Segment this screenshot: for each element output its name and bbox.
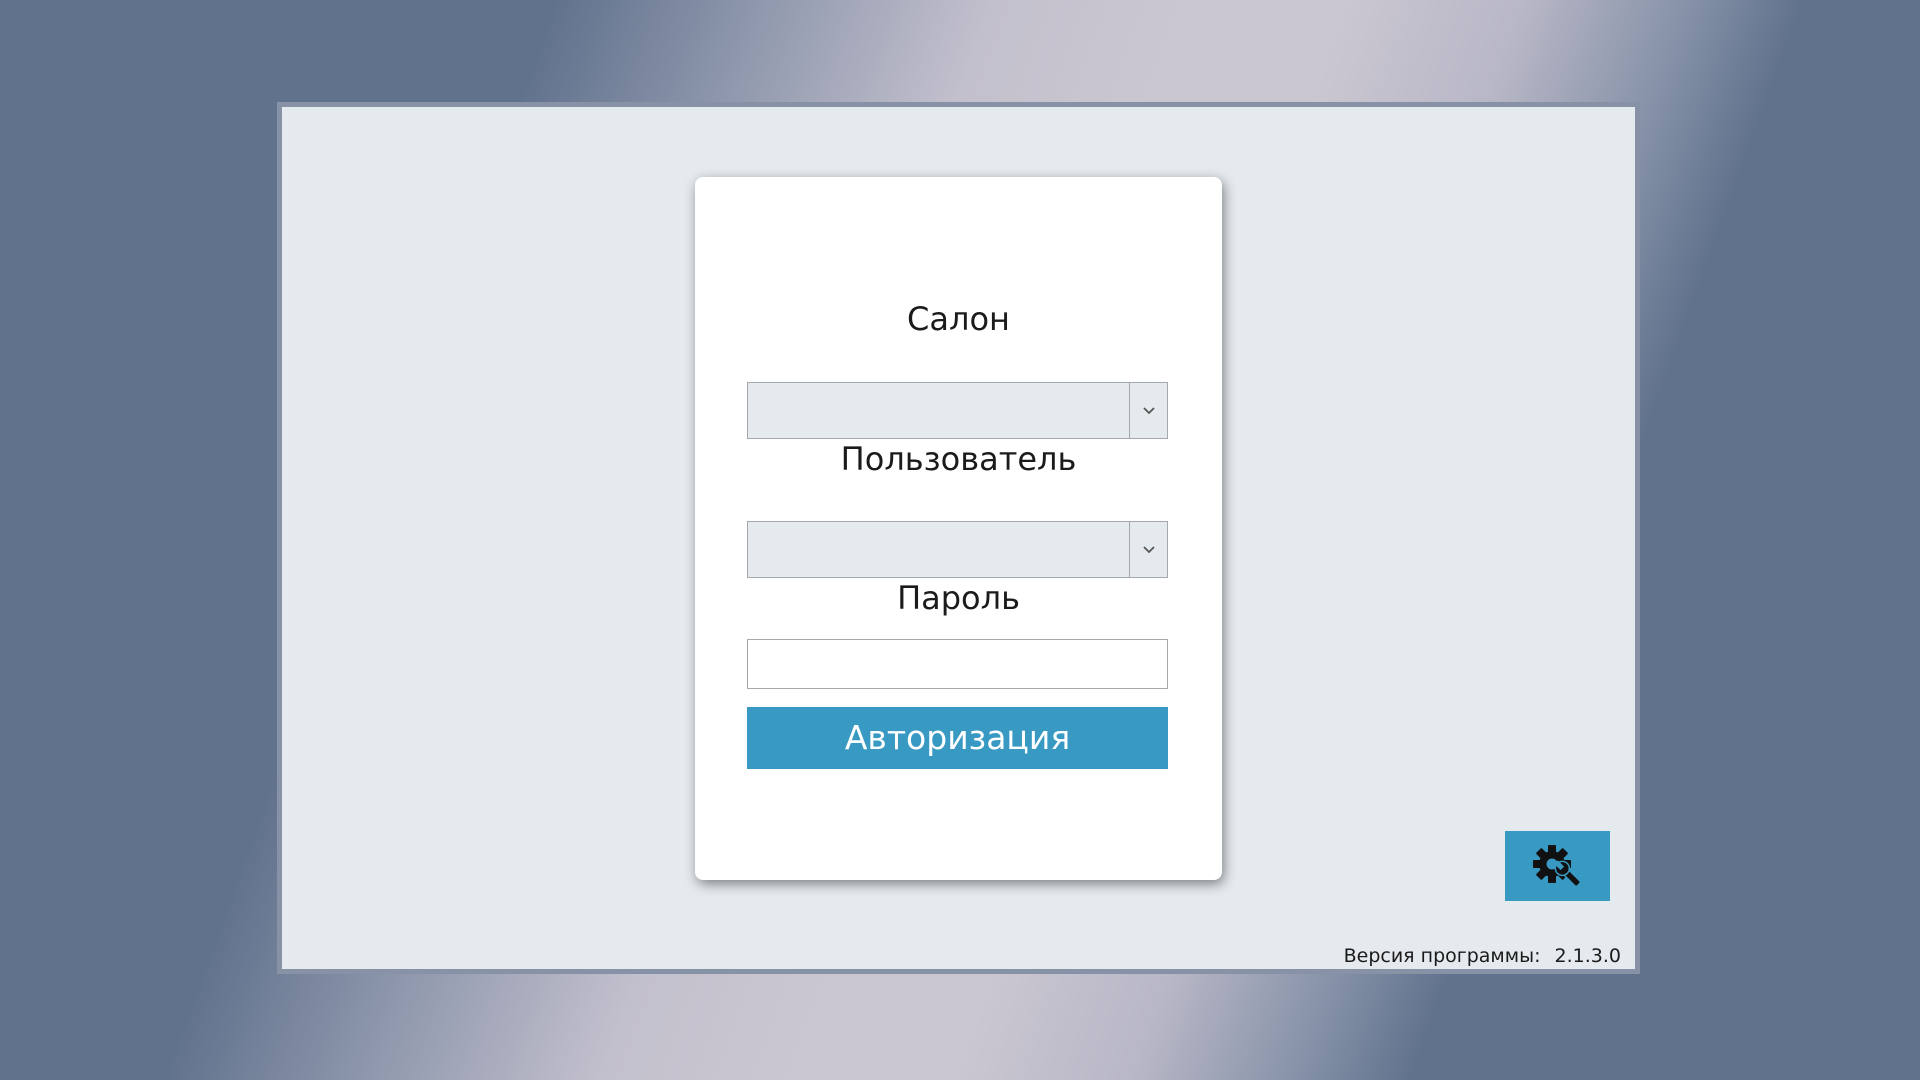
gear-wrench-icon [1532, 845, 1581, 888]
salon-label: Салон [907, 300, 1010, 338]
user-dropdown-button[interactable] [1129, 522, 1167, 577]
chevron-down-icon [1142, 407, 1155, 415]
app-window: Салон Пользователь Пароль Авторизация Ве… [277, 102, 1640, 974]
user-label: Пользователь [840, 440, 1077, 478]
desktop-background: Салон Пользователь Пароль Авторизация Ве… [0, 0, 1920, 1080]
salon-dropdown-button[interactable] [1129, 383, 1167, 438]
settings-button[interactable] [1505, 831, 1610, 901]
version-label: Версия программы: [1343, 945, 1541, 967]
version-value: 2.1.3.0 [1554, 945, 1621, 967]
password-label: Пароль [897, 579, 1020, 617]
user-combobox[interactable] [747, 521, 1168, 578]
password-input[interactable] [747, 639, 1168, 689]
version-info: Версия программы: 2.1.3.0 [1344, 945, 1621, 967]
salon-combobox[interactable] [747, 382, 1168, 439]
chevron-down-icon [1142, 546, 1155, 554]
login-card: Салон Пользователь Пароль Авторизация [695, 177, 1222, 880]
login-button[interactable]: Авторизация [747, 707, 1168, 769]
